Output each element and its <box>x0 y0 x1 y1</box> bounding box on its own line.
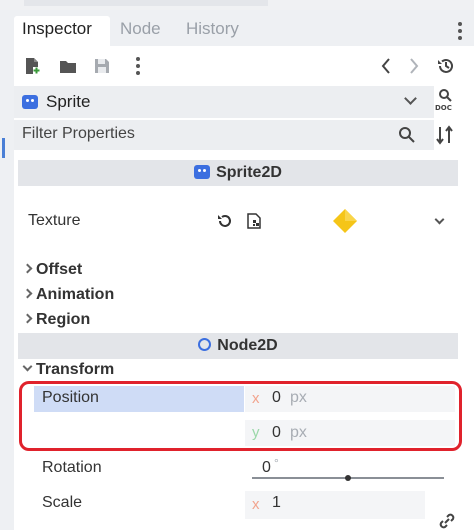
texture-label: Texture <box>28 212 81 229</box>
position-annotation-box <box>19 381 462 451</box>
dock-tabs: Inspector Node History <box>0 10 474 46</box>
texture-dropdown-icon[interactable] <box>434 214 445 225</box>
section-offset[interactable]: Offset <box>22 261 83 279</box>
node2d-header-label: Node2D <box>217 337 278 354</box>
section-transform[interactable]: Transform <box>22 361 115 379</box>
forward-icon[interactable] <box>404 56 424 76</box>
tab-node[interactable]: Node <box>120 16 161 46</box>
section-offset-label: Offset <box>36 261 83 278</box>
section-animation[interactable]: Animation <box>22 286 115 304</box>
object-selector-label: Sprite <box>46 92 91 111</box>
more-icon[interactable] <box>136 56 142 76</box>
history-icon[interactable] <box>436 56 456 76</box>
tab-history[interactable]: History <box>186 16 239 46</box>
sprite2d-header-label: Sprite2D <box>216 164 282 181</box>
back-icon[interactable] <box>376 56 396 76</box>
revert-icon[interactable] <box>216 212 234 230</box>
tab-inspector[interactable]: Inspector <box>14 16 110 46</box>
link-icon[interactable] <box>438 512 456 530</box>
section-animation-label: Animation <box>36 286 115 303</box>
svg-text:DOC: DOC <box>435 104 452 112</box>
top-edge <box>0 0 474 10</box>
object-selector[interactable]: Sprite <box>14 86 434 118</box>
doc-icon[interactable]: DOC <box>434 88 456 112</box>
rotation-label: Rotation <box>42 459 102 476</box>
filter-properties-input[interactable] <box>22 125 382 143</box>
chevron-down-icon[interactable] <box>404 92 417 105</box>
rotation-value[interactable]: 0 <box>262 459 271 477</box>
save-icon[interactable] <box>92 56 112 76</box>
scale-x-axis: x <box>252 496 260 513</box>
left-dock-edge <box>0 46 14 530</box>
sprite-node-icon <box>22 95 38 109</box>
dock-menu-icon[interactable] <box>458 22 462 40</box>
inspector-toolbar <box>14 46 474 86</box>
section-transform-label: Transform <box>36 361 115 378</box>
section-region[interactable]: Region <box>22 311 91 329</box>
rotation-slider-knob[interactable] <box>345 475 351 481</box>
new-resource-icon[interactable] <box>22 56 42 76</box>
open-folder-icon[interactable] <box>58 56 78 76</box>
node2d-header: Node2D <box>18 333 458 359</box>
section-region-label: Region <box>36 311 91 328</box>
sort-icon[interactable] <box>434 124 456 146</box>
node2d-circle-icon <box>198 338 212 351</box>
filter-bar <box>14 120 434 150</box>
texture-preview-icon[interactable] <box>332 208 358 234</box>
scale-label: Scale <box>42 494 83 511</box>
sprite2d-header: Sprite2D <box>18 160 458 186</box>
search-icon <box>398 126 416 144</box>
scale-x-value[interactable]: 1 <box>272 494 281 512</box>
sprite2d-icon <box>194 165 211 179</box>
texture-grid-icon[interactable] <box>245 212 263 230</box>
rotation-unit: ° <box>274 456 279 470</box>
